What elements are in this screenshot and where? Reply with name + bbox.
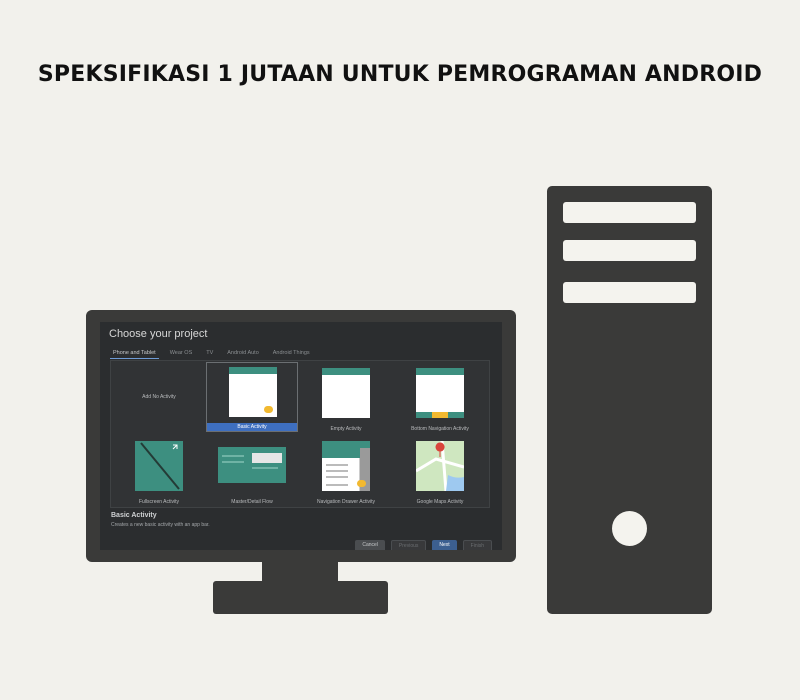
template-label: Navigation Drawer Activity — [316, 499, 376, 505]
template-add-no-activity[interactable]: Add No Activity — [113, 364, 205, 434]
bottom-navigation-preview — [416, 368, 464, 418]
template-bottom-navigation-activity[interactable]: Bottom Navigation Activity — [394, 364, 486, 434]
dialog-buttons: Cancel Previous Next Finish — [355, 540, 492, 550]
drive-bay — [563, 240, 696, 261]
template-google-maps-activity[interactable]: Google Maps Activity — [394, 437, 486, 507]
template-label: Google Maps Activity — [416, 499, 464, 505]
template-fullscreen-activity[interactable]: Fullscreen Activity — [113, 437, 205, 507]
tab-android-auto[interactable]: Android Auto — [224, 350, 262, 359]
cancel-button[interactable]: Cancel — [355, 540, 385, 550]
map-icon — [415, 440, 465, 492]
drive-bay — [563, 202, 696, 223]
finish-button[interactable]: Finish — [462, 540, 492, 550]
template-master-detail-flow[interactable]: Master/Detail Flow — [206, 437, 298, 507]
basic-activity-preview — [229, 367, 277, 417]
tab-android-things[interactable]: Android Things — [270, 350, 313, 359]
tab-phone-and-tablet[interactable]: Phone and Tablet — [110, 350, 159, 359]
google-maps-preview — [415, 440, 465, 492]
template-navigation-drawer-activity[interactable]: Navigation Drawer Activity — [300, 437, 392, 507]
template-basic-activity[interactable]: Basic Activity — [206, 362, 298, 432]
next-button[interactable]: Next — [432, 540, 457, 550]
template-label: Master/Detail Flow — [231, 499, 273, 505]
selected-template-description: Creates a new basic activity with an app… — [111, 522, 210, 528]
navigation-drawer-preview — [322, 441, 370, 491]
fullscreen-icon — [140, 442, 180, 490]
selected-template-title: Basic Activity — [111, 512, 157, 519]
template-label: Add No Activity — [142, 394, 176, 400]
template-label: Fullscreen Activity — [138, 499, 179, 505]
template-label: Bottom Navigation Activity — [411, 426, 469, 432]
fullscreen-preview — [135, 441, 183, 491]
tab-wear-os[interactable]: Wear OS — [167, 350, 196, 359]
template-label: Empty Activity — [330, 426, 362, 432]
master-detail-preview — [218, 447, 286, 483]
template-gallery: Add No Activity Basic Activity Empty Act… — [110, 360, 490, 508]
drive-bay — [563, 282, 696, 303]
template-empty-activity[interactable]: Empty Activity — [300, 364, 392, 434]
page-heading: SPEKSIFIKASI 1 JUTAAN UNTUK PEMROGRAMAN … — [37, 62, 763, 87]
monitor-screen: Choose your project Phone and Tablet Wea… — [100, 322, 502, 550]
platform-tabs: Phone and Tablet Wear OS TV Android Auto… — [110, 350, 313, 359]
dialog-title: Choose your project — [109, 328, 208, 340]
template-label: Basic Activity — [207, 423, 297, 431]
tab-tv[interactable]: TV — [203, 350, 216, 359]
empty-activity-preview — [322, 368, 370, 418]
monitor-stand — [213, 581, 388, 614]
fab-icon — [264, 406, 273, 413]
previous-button[interactable]: Previous — [390, 540, 427, 550]
power-button-icon — [612, 511, 647, 546]
